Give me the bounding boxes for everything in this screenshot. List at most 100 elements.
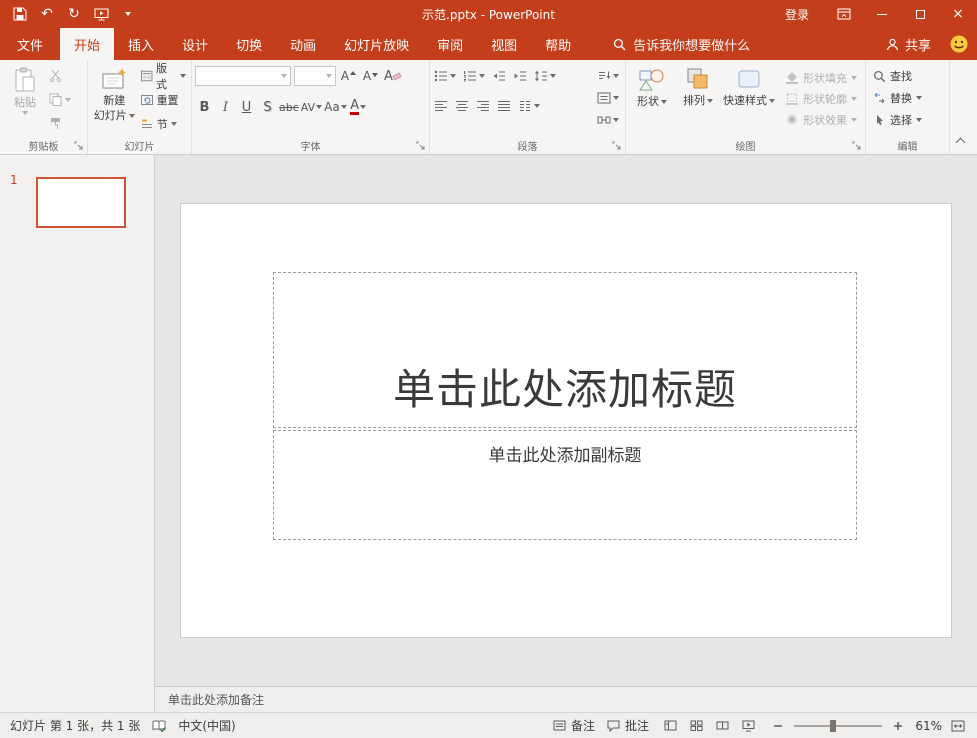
collapse-ribbon-button[interactable] <box>952 133 968 147</box>
section-button[interactable]: 节 <box>138 114 188 133</box>
zoom-in-button[interactable] <box>889 717 907 735</box>
text-direction-button[interactable] <box>596 67 622 85</box>
tab-review[interactable]: 审阅 <box>423 28 477 60</box>
customize-qat-button[interactable] <box>116 2 140 26</box>
layout-button[interactable]: 版式 <box>138 62 188 91</box>
reset-button[interactable]: 重置 <box>138 90 188 109</box>
close-icon: × <box>952 6 964 22</box>
align-center-button[interactable] <box>454 97 470 115</box>
bold-button[interactable]: B <box>195 97 214 117</box>
undo-button[interactable]: ↶ <box>35 2 59 26</box>
zoom-slider[interactable] <box>794 719 882 732</box>
tab-help[interactable]: 帮助 <box>531 28 585 60</box>
bullets-button[interactable] <box>433 67 457 85</box>
notes-toggle-button[interactable]: 备注 <box>553 717 595 734</box>
sign-in-button[interactable]: 登录 <box>769 0 825 28</box>
zoom-out-button[interactable] <box>769 717 787 735</box>
align-text-button[interactable] <box>596 89 622 107</box>
paragraph-dialog-launcher[interactable] <box>611 140 622 151</box>
close-button[interactable]: × <box>939 0 977 28</box>
spellcheck-button[interactable] <box>152 719 166 732</box>
cut-icon <box>50 69 61 82</box>
clear-formatting-button[interactable]: A <box>383 66 402 86</box>
shape-outline-icon <box>786 93 798 105</box>
reading-view-button[interactable] <box>713 717 731 735</box>
new-slide-button[interactable]: 新建 幻灯片 <box>91 62 138 137</box>
maximize-button[interactable] <box>901 0 939 28</box>
fit-slide-to-window-button[interactable] <box>949 717 967 735</box>
slide-thumbnail[interactable] <box>36 177 126 228</box>
quick-styles-button[interactable]: 快速样式 <box>721 62 777 137</box>
text-shadow-button[interactable]: S <box>258 97 277 117</box>
slide-sorter-icon <box>690 720 702 731</box>
slideshow-view-button[interactable] <box>739 717 757 735</box>
slide-canvas[interactable]: 单击此处添加标题 单击此处添加副标题 <box>181 204 951 637</box>
zoom-percentage[interactable]: 61% <box>914 719 942 733</box>
font-name-combobox[interactable] <box>195 66 291 86</box>
tab-insert[interactable]: 插入 <box>114 28 168 60</box>
shape-effects-button[interactable]: 形状效果 <box>785 111 857 128</box>
font-color-glyph: A <box>350 98 360 115</box>
select-button[interactable]: 选择 <box>869 110 946 130</box>
change-case-button[interactable]: Aa <box>324 97 347 117</box>
shrink-font-button[interactable]: A <box>361 66 380 86</box>
align-right-button[interactable] <box>475 97 491 115</box>
format-painter-button[interactable] <box>47 114 73 133</box>
decrease-indent-button[interactable] <box>491 67 507 85</box>
justify-button[interactable] <box>496 97 512 115</box>
grow-font-button[interactable]: A <box>339 66 358 86</box>
minimize-button[interactable] <box>863 0 901 28</box>
arrange-button[interactable]: 排列 <box>675 62 721 137</box>
tab-animations[interactable]: 动画 <box>276 28 330 60</box>
title-placeholder[interactable]: 单击此处添加标题 <box>273 272 857 428</box>
paste-button[interactable]: 粘贴 <box>3 62 47 137</box>
notes-pane[interactable]: 单击此处添加备注 <box>155 686 977 712</box>
tab-design[interactable]: 设计 <box>168 28 222 60</box>
clipboard-dialog-launcher[interactable] <box>73 140 84 151</box>
italic-button[interactable]: I <box>216 97 235 117</box>
tell-me-search[interactable]: 告诉我你想要做什么 <box>601 28 762 60</box>
tab-file[interactable]: 文件 <box>0 28 60 60</box>
find-button[interactable]: 查找 <box>869 66 946 86</box>
zoom-slider-thumb[interactable] <box>830 719 836 732</box>
plus-icon <box>894 721 902 730</box>
cut-button[interactable] <box>47 66 73 85</box>
drawing-dialog-launcher[interactable] <box>851 140 862 151</box>
tab-home[interactable]: 开始 <box>60 28 115 60</box>
start-slideshow-button[interactable] <box>89 2 113 26</box>
tab-view[interactable]: 视图 <box>477 28 531 60</box>
convert-to-smartart-button[interactable] <box>596 111 622 129</box>
redo-button[interactable]: ↻ <box>62 2 86 26</box>
subtitle-placeholder[interactable]: 单击此处添加副标题 <box>273 430 857 540</box>
font-size-combobox[interactable] <box>294 66 336 86</box>
normal-view-button[interactable] <box>661 717 679 735</box>
align-left-button[interactable] <box>433 97 449 115</box>
slide-sorter-view-button[interactable] <box>687 717 705 735</box>
numbering-button[interactable] <box>462 67 486 85</box>
font-dialog-launcher[interactable] <box>415 140 426 151</box>
copy-button[interactable] <box>47 90 73 109</box>
character-spacing-button[interactable]: AV <box>301 97 323 117</box>
comments-toggle-button[interactable]: 批注 <box>607 717 649 734</box>
shape-outline-button[interactable]: 形状轮廓 <box>785 90 857 107</box>
line-spacing-button[interactable] <box>533 67 557 85</box>
shapes-button[interactable]: 形状 <box>629 62 675 137</box>
replace-button[interactable]: 替换 <box>869 88 946 108</box>
smartart-icon <box>597 116 611 124</box>
tab-transitions[interactable]: 切换 <box>222 28 276 60</box>
paste-label: 粘贴 <box>14 96 36 109</box>
strikethrough-button[interactable]: abc <box>279 97 299 117</box>
language-button[interactable]: 中文(中国) <box>178 717 235 734</box>
dialog-launcher-icon <box>74 141 83 150</box>
font-color-button[interactable]: A <box>349 97 368 117</box>
tab-slideshow[interactable]: 幻灯片放映 <box>330 28 423 60</box>
underline-button[interactable]: U <box>237 97 256 117</box>
ribbon-display-options-button[interactable] <box>825 0 863 28</box>
minimize-icon <box>877 13 887 15</box>
increase-indent-button[interactable] <box>512 67 528 85</box>
share-button[interactable]: 共享 <box>876 28 941 60</box>
columns-button[interactable] <box>517 97 541 115</box>
save-button[interactable] <box>8 2 32 26</box>
feedback-button[interactable] <box>941 28 977 60</box>
shape-fill-button[interactable]: 形状填充 <box>785 69 857 86</box>
